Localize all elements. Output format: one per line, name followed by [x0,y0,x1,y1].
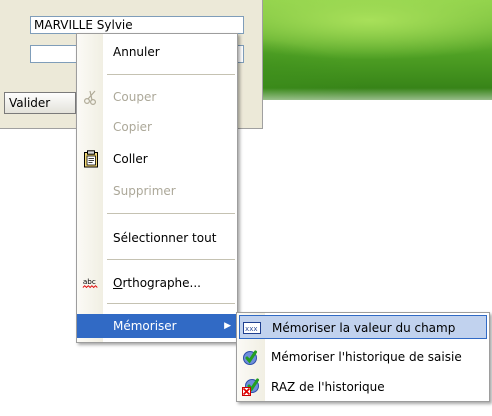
submenu-item-memoriser-valeur[interactable]: xxx Mémoriser la valeur du champ [239,315,487,339]
menu-item-selectionner-tout[interactable]: Sélectionner tout [77,226,237,250]
field-value-icon: xxx [243,319,261,337]
menu-item-couper[interactable]: Couper [77,85,237,109]
menu-item-copier[interactable]: Copier [77,115,237,139]
menu-item-supprimer[interactable]: Supprimer [77,179,237,203]
clipboard-icon [82,150,100,168]
menu-item-label: Orthographe... [113,276,201,290]
menu-item-label: Sélectionner tout [113,231,217,245]
submenu-item-label: Mémoriser la valeur du champ [272,321,456,335]
menu-item-label: Coller [113,152,148,166]
menu-item-label: Couper [113,90,157,104]
menu-item-orthographe[interactable]: abc Orthographe... [77,271,237,295]
spellcheck-icon: abc [82,274,100,292]
scissors-icon [82,88,100,106]
name-field[interactable]: MARVILLE Sylvie [30,16,244,34]
clear-history-icon [242,378,260,396]
menu-item-label: Copier [113,120,152,134]
submenu-item-label: Mémoriser l'historique de saisie [271,350,462,364]
menu-separator [107,303,235,304]
menu-separator [107,74,235,75]
menu-item-annuler[interactable]: Annuler [77,40,237,64]
valider-button[interactable]: Valider [4,92,76,114]
submenu-item-memoriser-historique[interactable]: Mémoriser l'historique de saisie [239,345,487,369]
submenu-arrow-icon: ▶ [224,321,231,331]
menu-separator [107,259,235,260]
menu-item-coller[interactable]: Coller [77,147,237,171]
menu-item-label: Annuler [113,45,160,59]
svg-text:xxx: xxx [245,325,258,333]
history-icon [242,348,260,366]
memoriser-submenu: xxx Mémoriser la valeur du champ Mémoris… [236,312,490,402]
submenu-item-raz-historique[interactable]: RAZ de l'historique [239,375,487,399]
menu-item-label: Supprimer [113,184,176,198]
submenu-item-label: RAZ de l'historique [271,380,385,394]
svg-text:abc: abc [83,277,96,286]
menu-item-label: Mémoriser [113,319,177,333]
context-menu: Annuler Couper Copier Coller Supprimer S… [76,33,238,343]
menu-item-memoriser[interactable]: Mémoriser ▶ [77,314,237,338]
menu-separator [107,213,235,214]
